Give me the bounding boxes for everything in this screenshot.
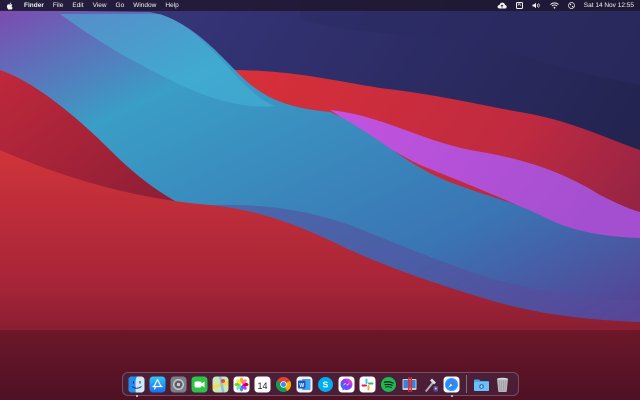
dock-item-automator[interactable] — [422, 376, 439, 393]
skype-letter: S — [323, 379, 329, 389]
menu-go[interactable]: Go — [116, 0, 125, 11]
desktop-wallpaper — [0, 0, 640, 400]
finder-running-indicator — [135, 394, 138, 397]
menu-edit[interactable]: Edit — [72, 0, 83, 11]
finder-icon — [128, 376, 145, 392]
menu-app-name[interactable]: Finder — [24, 0, 44, 11]
dock-item-facetime[interactable] — [191, 376, 208, 393]
volume-icon[interactable] — [532, 2, 541, 9]
apple-menu-icon[interactable] — [6, 2, 13, 10]
facetime-icon — [191, 376, 208, 392]
dock-item-photos[interactable] — [233, 376, 250, 393]
dock-item-app-store[interactable] — [149, 376, 166, 393]
menu-bar-left: Finder File Edit View Go Window Help — [6, 0, 188, 11]
trash-icon — [497, 377, 508, 392]
app-store-icon — [149, 376, 166, 392]
dock-item-trash[interactable] — [494, 376, 511, 393]
automator-icon — [425, 378, 438, 392]
menu-file[interactable]: File — [53, 0, 63, 11]
chrome-icon — [275, 376, 292, 392]
dock-item-chrome[interactable] — [275, 376, 292, 393]
maps-icon — [212, 376, 229, 392]
parallels-icon — [402, 376, 417, 392]
dock-separator — [466, 375, 467, 393]
menu-window[interactable]: Window — [133, 0, 156, 11]
dock-item-safari[interactable] — [443, 376, 460, 397]
dock-item-spotify[interactable] — [380, 376, 397, 393]
slack-icon — [359, 376, 376, 392]
calendar-day: 14 — [257, 380, 268, 391]
messenger-icon — [338, 376, 355, 392]
menu-bar-right: A Sat 14 Nov 12:55 — [488, 0, 634, 11]
dock-item-system-preferences[interactable] — [170, 376, 187, 393]
skype-icon: S — [318, 376, 333, 392]
dock-item-parallels[interactable] — [401, 376, 418, 393]
word-letter: W — [299, 382, 304, 388]
safari-running-indicator — [450, 394, 453, 397]
dock-item-skype[interactable]: S — [317, 376, 334, 393]
icloud-upload-icon[interactable] — [497, 2, 507, 9]
dock-item-slack[interactable] — [359, 376, 376, 393]
word-icon: W — [296, 376, 313, 392]
control-center-icon[interactable] — [567, 2, 575, 9]
photos-icon — [233, 376, 250, 392]
safari-icon — [443, 376, 460, 392]
dock-item-maps[interactable] — [212, 376, 229, 393]
menu-help[interactable]: Help — [165, 0, 178, 11]
menu-bar: Finder File Edit View Go Window Help A S… — [0, 0, 640, 11]
dock: 14 W S — [122, 372, 519, 397]
dock-item-calendar[interactable]: 14 — [254, 376, 271, 393]
downloads-folder-icon — [474, 379, 489, 391]
system-preferences-icon — [170, 376, 187, 392]
dock-item-word[interactable]: W — [296, 376, 313, 393]
dock-item-downloads[interactable] — [473, 376, 490, 393]
menu-view[interactable]: View — [93, 0, 107, 11]
input-source-icon[interactable]: A — [515, 2, 523, 9]
dock-item-messenger[interactable] — [338, 376, 355, 393]
dock-item-finder[interactable] — [128, 376, 145, 397]
wifi-icon[interactable] — [549, 2, 559, 9]
spotify-icon — [381, 376, 396, 392]
menu-bar-clock[interactable]: Sat 14 Nov 12:55 — [584, 0, 634, 11]
input-source-label: A — [517, 2, 521, 8]
